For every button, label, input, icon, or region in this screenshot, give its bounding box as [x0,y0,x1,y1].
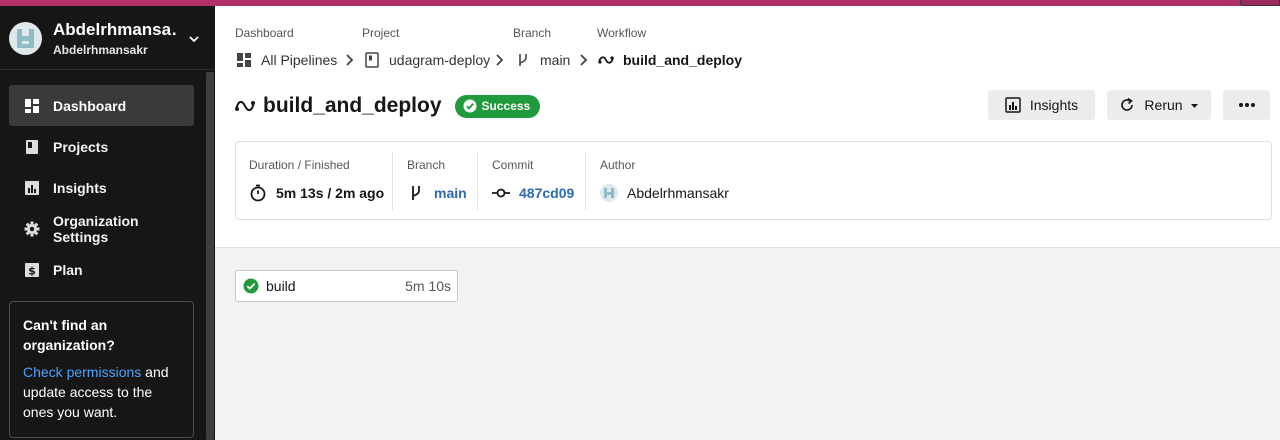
workflow-info-card: Duration / Finished 5m 13s / 2m ago Bran… [235,141,1272,220]
duration-label: Duration / Finished [249,158,350,172]
dashboard-icon [24,98,40,114]
breadcrumb-text: main [540,52,571,68]
commit-value: 487cd09 [519,185,575,201]
help-title: Can't find an organization? [23,317,115,353]
breadcrumb-workflow[interactable]: build_and_deploy [598,50,742,70]
author-row: Abdelrhmansakr [600,184,729,202]
workflow-header: Dashboard Project Branch Workflow All Pi… [215,6,1280,248]
insights-icon [1005,97,1021,113]
branch-icon [407,184,425,202]
breadcrumb-all-pipelines[interactable]: All Pipelines [236,50,337,70]
author-value: Abdelrhmansakr [627,185,729,201]
branch-value: main [434,185,467,201]
branch-label: Branch [407,158,446,172]
branch-link[interactable]: main [407,184,467,202]
breadcrumb-project[interactable]: udagram-deploy [364,50,490,70]
author-label: Author [600,158,636,172]
sidebar-item-label: Organization Settings [53,212,139,245]
branch-icon [515,52,531,68]
chevron-right-icon [346,54,354,66]
org-help-box: Can't find an organization? Check permis… [9,301,194,438]
caret-down-icon [1190,103,1198,108]
breadcrumb-label-workflow: Workflow [597,26,647,40]
sidebar-item-dashboard[interactable]: Dashboard [9,85,194,126]
sidebar-item-organization-settings[interactable]: Organization Settings [9,208,194,249]
svg-text:$: $ [28,264,36,277]
workflow-icon [235,100,255,112]
timer-icon [249,184,267,202]
help-body: Check permissions and update access to t… [23,362,180,422]
check-circle-icon [243,278,259,294]
chevron-right-icon [580,54,588,66]
breadcrumb-text: udagram-deploy [389,52,491,68]
job-name: build [266,278,296,294]
commit-label: Commit [492,158,534,172]
check-permissions-link[interactable]: Check permissions [23,364,141,380]
commit-link[interactable]: 487cd09 [492,184,574,202]
sidebar-item-projects[interactable]: Projects [9,126,194,167]
gear-icon [24,221,40,237]
more-horizontal-icon [1238,103,1255,107]
breadcrumb-label-dashboard: Dashboard [235,26,294,40]
sidebar-item-insights[interactable]: Insights [9,167,194,208]
breadcrumb-branch[interactable]: main [515,50,570,70]
workflow-icon [598,52,614,68]
refresh-icon [1119,97,1135,113]
dollar-icon: $ [24,262,40,278]
user-name: Abdelrhmansa… [53,20,178,39]
sidebar-nav: Dashboard Projects Insights Organization… [9,85,194,290]
sidebar-item-label: Insights [53,179,107,196]
breadcrumb-text: All Pipelines [261,52,338,68]
divider [585,152,586,210]
workflow-title-row: build_and_deploy Success [235,92,541,120]
commit-icon [492,184,510,202]
sidebar-item-label: Dashboard [53,97,127,114]
org-name: Abdelrhmansakr [53,43,148,57]
rerun-button[interactable]: Rerun [1107,90,1211,120]
status-badge: Success [454,94,541,118]
check-circle-icon [463,99,477,113]
org-switcher[interactable]: Abdelrhmansa… Abdelrhmansakr [0,6,215,70]
breadcrumb-label-branch: Branch [513,26,552,40]
insights-icon [24,180,40,196]
breadcrumb-label-project: Project [362,26,400,40]
project-icon [364,52,380,68]
chevron-down-icon[interactable] [188,33,200,45]
status-text: Success [481,99,531,113]
duration-value: 5m 13s / 2m ago [276,185,385,201]
job-card[interactable]: build 5m 10s [235,270,458,302]
sidebar: Abdelrhmansa… Abdelrhmansakr Dashboard P… [0,6,215,440]
insights-label: Insights [1029,97,1079,113]
sidebar-item-label: Projects [53,138,109,155]
dashboard-icon [236,52,252,68]
sidebar-item-label: Plan [53,261,83,278]
more-options-button[interactable] [1223,90,1270,120]
projects-icon [24,139,40,155]
page-title: build_and_deploy [263,94,442,117]
avatar [600,184,618,202]
divider [392,152,393,210]
insights-button[interactable]: Insights [988,90,1095,120]
avatar [9,22,42,55]
rerun-label: Rerun [1144,97,1183,113]
breadcrumb-text: build_and_deploy [623,52,743,68]
chevron-right-icon [496,54,504,66]
sidebar-item-plan[interactable]: $ Plan [9,249,194,290]
divider [477,152,478,210]
duration-value-row: 5m 13s / 2m ago [249,184,384,202]
job-duration: 5m 10s [405,278,451,294]
sidebar-scrollbar[interactable] [206,72,214,440]
